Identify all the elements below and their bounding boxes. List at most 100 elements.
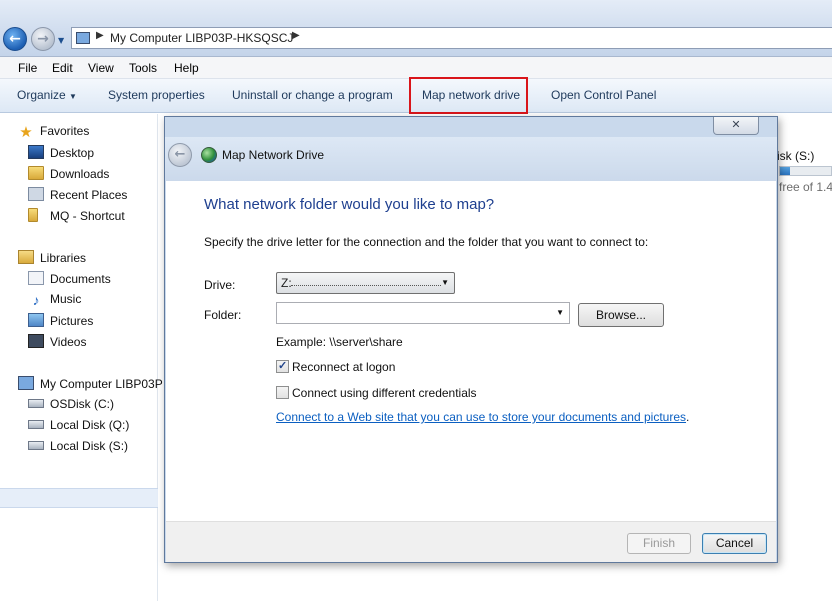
menu-help[interactable]: Help xyxy=(174,61,199,75)
address-bar[interactable]: ▶ My Computer LIBP03P-HKSQSCJ ▶ xyxy=(71,27,832,49)
system-properties-button[interactable]: System properties xyxy=(108,88,205,102)
nav-item-label: Documents xyxy=(50,272,111,286)
connect-web-site-link[interactable]: Connect to a Web site that you can use t… xyxy=(276,410,686,424)
documents-icon xyxy=(28,271,44,285)
forward-arrow-icon: → xyxy=(37,31,49,47)
folder-combobox[interactable]: ▼ xyxy=(276,302,570,324)
nav-item-label: Local Disk (Q:) xyxy=(50,418,130,432)
dialog-heading: What network folder would you like to ma… xyxy=(204,196,495,213)
different-credentials-checkbox[interactable]: Connect using different credentials xyxy=(276,386,477,400)
menu-edit[interactable]: Edit xyxy=(52,61,73,75)
nav-item-label: Music xyxy=(50,292,82,306)
nav-item-downloads[interactable]: Downloads xyxy=(28,166,109,184)
organize-button[interactable]: Organize ▼ xyxy=(17,88,77,102)
hard-disk-icon xyxy=(28,441,44,450)
nav-libraries[interactable]: Libraries xyxy=(18,250,86,268)
browse-button[interactable]: Browse... xyxy=(578,303,664,327)
dialog-title: Map Network Drive xyxy=(222,148,325,162)
libraries-icon xyxy=(18,250,34,264)
nav-item-music[interactable]: ♪ Music xyxy=(28,292,82,310)
network-globe-icon xyxy=(201,147,217,163)
nav-favorites-label: Favorites xyxy=(40,124,90,138)
disk-free-space-partial: free of 1.4 xyxy=(779,180,832,194)
nav-item-recent-places[interactable]: Recent Places xyxy=(28,187,127,205)
hard-disk-icon xyxy=(28,399,44,408)
breadcrumb-chevron-icon[interactable]: ▶ xyxy=(96,30,104,41)
uninstall-program-button[interactable]: Uninstall or change a program xyxy=(232,88,393,102)
finish-button[interactable]: Finish xyxy=(627,533,691,554)
dialog-body: What network folder would you like to ma… xyxy=(166,181,776,521)
shortcut-folder-icon xyxy=(28,208,38,222)
close-button[interactable]: ✕ xyxy=(713,117,759,135)
chevron-down-icon[interactable]: ▼ xyxy=(556,308,564,317)
nav-my-computer[interactable]: My Computer LIBP03P xyxy=(18,376,163,394)
map-network-drive-dialog: ✕ ← Map Network Drive What network folde… xyxy=(164,116,778,563)
checkmark-icon: ✓ xyxy=(278,360,288,372)
disk-usage-fill xyxy=(780,167,790,175)
nav-item-videos[interactable]: Videos xyxy=(28,334,86,352)
forward-button[interactable]: → xyxy=(31,27,55,51)
pictures-icon xyxy=(28,313,44,327)
nav-item-label: Videos xyxy=(50,335,87,349)
back-arrow-icon: ← xyxy=(174,147,186,162)
recent-pages-dropdown-icon[interactable]: ▼ xyxy=(58,36,64,45)
nav-item-label: Downloads xyxy=(50,167,110,181)
desktop-icon xyxy=(28,145,44,159)
open-control-panel-button[interactable]: Open Control Panel xyxy=(551,88,656,102)
link-suffix: . xyxy=(686,410,690,424)
close-icon: ✕ xyxy=(731,118,741,131)
web-site-link-row: Connect to a Web site that you can use t… xyxy=(276,410,689,424)
nav-item-label: Recent Places xyxy=(50,188,128,202)
nav-item-documents[interactable]: Documents xyxy=(28,271,111,289)
cancel-button[interactable]: Cancel xyxy=(702,533,767,554)
nav-item-label: Pictures xyxy=(50,314,94,328)
checkbox-box[interactable] xyxy=(276,386,289,399)
highlight-annotation xyxy=(409,77,528,114)
chevron-down-icon: ▼ xyxy=(441,278,449,287)
nav-my-computer-label: My Computer LIBP03P xyxy=(40,377,163,391)
nav-item-pictures[interactable]: Pictures xyxy=(28,313,93,331)
reconnect-label: Reconnect at logon xyxy=(292,360,396,374)
dialog-footer: Finish Cancel xyxy=(166,521,776,562)
organize-label: Organize xyxy=(17,88,66,102)
nav-item-label: OSDisk (C:) xyxy=(50,397,114,411)
breadcrumb-chevron-icon[interactable]: ▶ xyxy=(292,30,300,41)
videos-icon xyxy=(28,334,44,348)
downloads-folder-icon xyxy=(28,166,44,180)
checkbox-box[interactable]: ✓ xyxy=(276,360,289,373)
nav-item-local-disk-q[interactable]: Local Disk (Q:) xyxy=(28,418,129,436)
nav-libraries-label: Libraries xyxy=(40,251,87,265)
dialog-instruction: Specify the drive letter for the connect… xyxy=(204,235,649,249)
drive-label: Drive: xyxy=(204,278,236,292)
focus-dots xyxy=(291,285,441,286)
menu-view[interactable]: View xyxy=(88,61,114,75)
music-note-icon: ♪ xyxy=(32,292,40,308)
reconnect-at-logon-checkbox[interactable]: ✓ Reconnect at logon xyxy=(276,360,395,374)
folder-example-text: Example: \\server\share xyxy=(276,335,403,349)
back-button[interactable]: ← xyxy=(3,27,27,51)
nav-item-desktop[interactable]: Desktop xyxy=(28,145,94,163)
nav-favorites[interactable]: ★ Favorites xyxy=(18,124,89,142)
folder-label: Folder: xyxy=(204,308,242,322)
nav-item-osdisk[interactable]: OSDisk (C:) xyxy=(28,397,114,415)
dialog-back-button[interactable]: ← xyxy=(168,143,192,167)
drive-select[interactable]: Z: ▼ xyxy=(276,272,455,294)
star-icon: ★ xyxy=(19,124,33,141)
title-bar: ← → ▼ ▶ My Computer LIBP03P-HKSQSCJ ▶ xyxy=(0,0,832,57)
disk-name-partial[interactable]: isk (S:) xyxy=(777,149,814,163)
selected-item-highlight xyxy=(0,488,158,508)
drive-select-value: Z: xyxy=(281,276,292,290)
nav-item-local-disk-s[interactable]: Local Disk (S:) xyxy=(28,439,128,457)
menu-file[interactable]: File xyxy=(18,61,37,75)
nav-item-label: MQ - Shortcut xyxy=(50,209,125,223)
recent-places-icon xyxy=(28,187,44,201)
computer-icon xyxy=(76,32,90,44)
nav-item-label: Desktop xyxy=(50,146,95,160)
breadcrumb-path[interactable]: My Computer LIBP03P-HKSQSCJ xyxy=(110,31,293,45)
credentials-label: Connect using different credentials xyxy=(292,386,477,400)
menu-tools[interactable]: Tools xyxy=(129,61,157,75)
computer-icon xyxy=(18,376,34,390)
navigation-pane: ★ Favorites Desktop Downloads Recent Plac… xyxy=(0,114,163,601)
nav-item-mq-shortcut[interactable]: MQ - Shortcut xyxy=(28,208,125,226)
hard-disk-icon xyxy=(28,420,44,429)
